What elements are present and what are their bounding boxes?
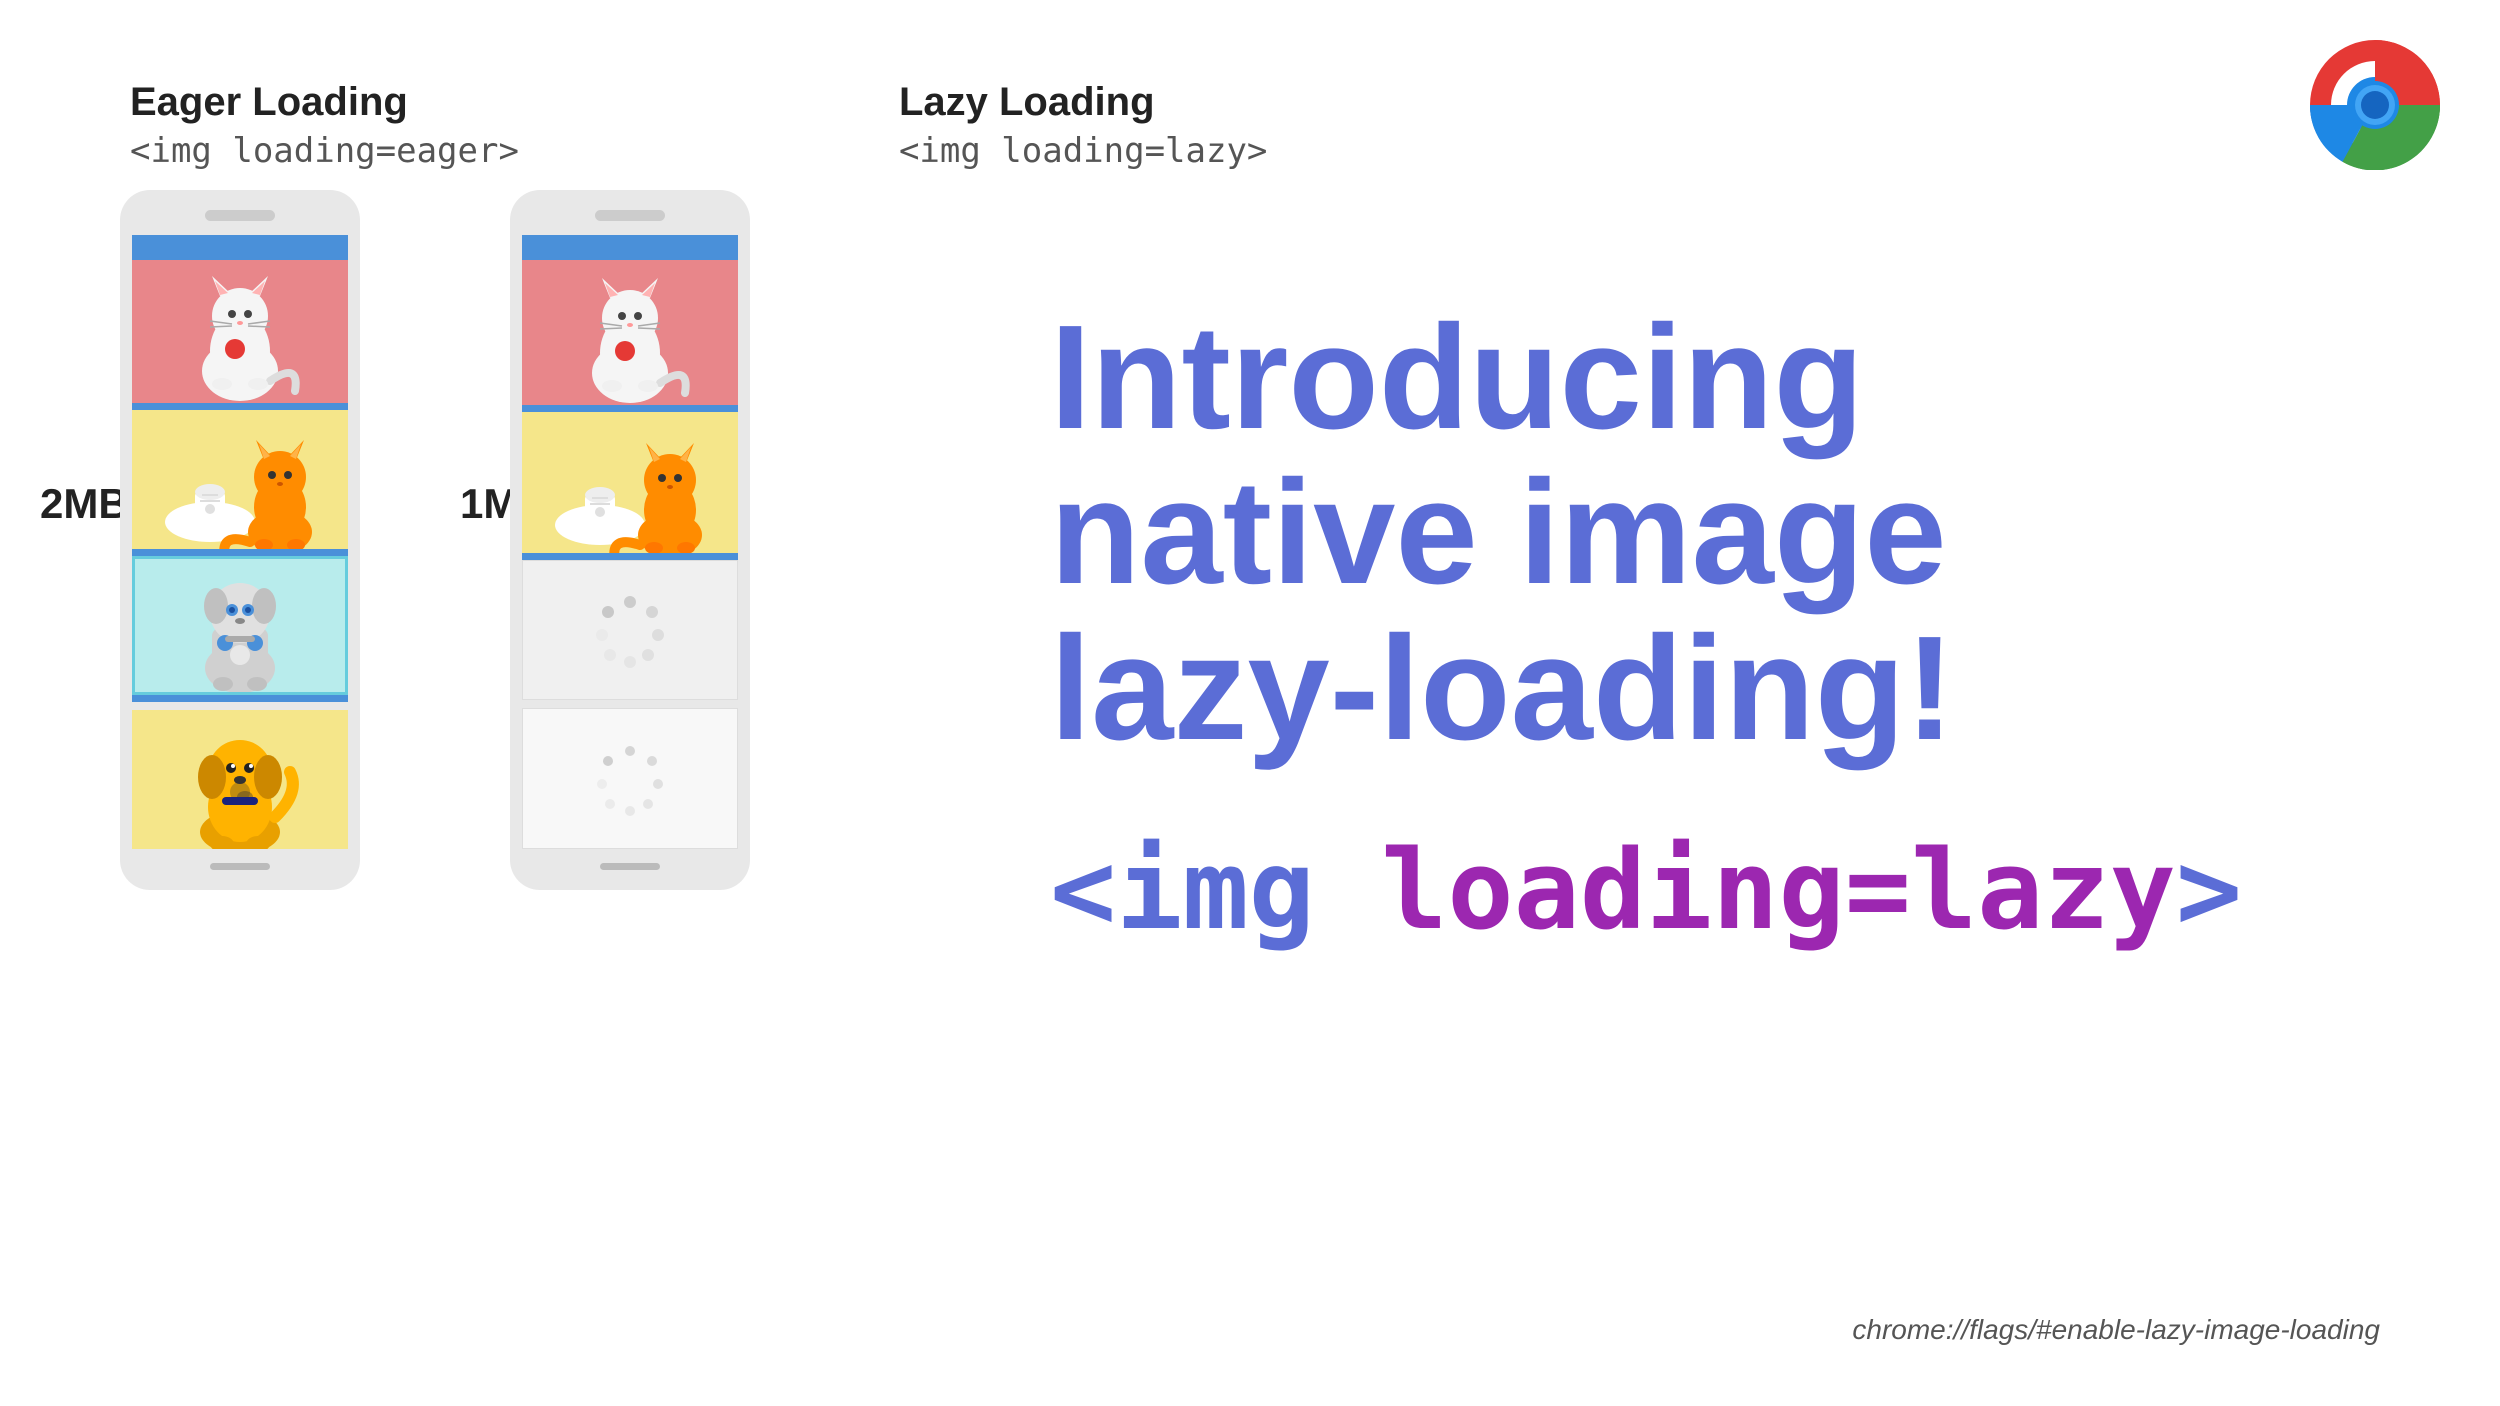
lazy-phone-screen <box>522 235 738 700</box>
code-bracket-open: <img <box>1050 826 1381 954</box>
lazy-orange-cat-card <box>522 412 738 552</box>
chrome-flags-url: chrome://flags/#enable-lazy-image-loadin… <box>1852 1314 2380 1346</box>
eager-orange-cat-card <box>132 410 348 549</box>
lazy-loading-card-1 <box>522 560 738 700</box>
code-bracket-close: > <box>2176 826 2242 954</box>
eager-dog-card <box>132 556 348 695</box>
eager-phone-screen <box>132 235 348 702</box>
eager-phone <box>120 190 360 890</box>
introducing-line2: native image <box>1050 455 2400 610</box>
eager-yellow-dog-card <box>132 710 348 849</box>
size-2mb-label: 2MB <box>40 480 129 528</box>
lazy-loading-card-2 <box>522 708 738 849</box>
introducing-line3: lazy-loading! <box>1050 611 2400 766</box>
lazy-phone <box>510 190 750 890</box>
introducing-line1: Introducing <box>1050 300 2400 455</box>
lazy-label-block: Lazy Loading <img loading=lazy> <box>899 80 1267 171</box>
eager-cat-card <box>132 260 348 403</box>
phone-notch-eager <box>205 210 275 221</box>
eager-title: Eager Loading <box>130 80 519 125</box>
chrome-logo <box>2310 40 2440 170</box>
phone-bottom-eager <box>210 863 270 870</box>
code-attr: loading=lazy <box>1381 826 2176 954</box>
eager-header-bar <box>132 235 348 260</box>
phone-bottom-lazy <box>600 863 660 870</box>
eager-label-block: Eager Loading <img loading=eager> <box>130 80 519 171</box>
lazy-header-bar <box>522 235 738 260</box>
eager-code: <img loading=eager> <box>130 131 519 171</box>
lazy-code: <img loading=lazy> <box>899 131 1267 171</box>
lazy-title: Lazy Loading <box>899 80 1267 125</box>
phone-notch-lazy <box>595 210 665 221</box>
lazy-cat-card <box>522 260 738 405</box>
code-line: <img loading=lazy> <box>1050 826 2400 954</box>
introducing-text-block: Introducing native image lazy-loading! <… <box>1050 300 2400 954</box>
section-labels: Eager Loading <img loading=eager> Lazy L… <box>130 80 1267 171</box>
